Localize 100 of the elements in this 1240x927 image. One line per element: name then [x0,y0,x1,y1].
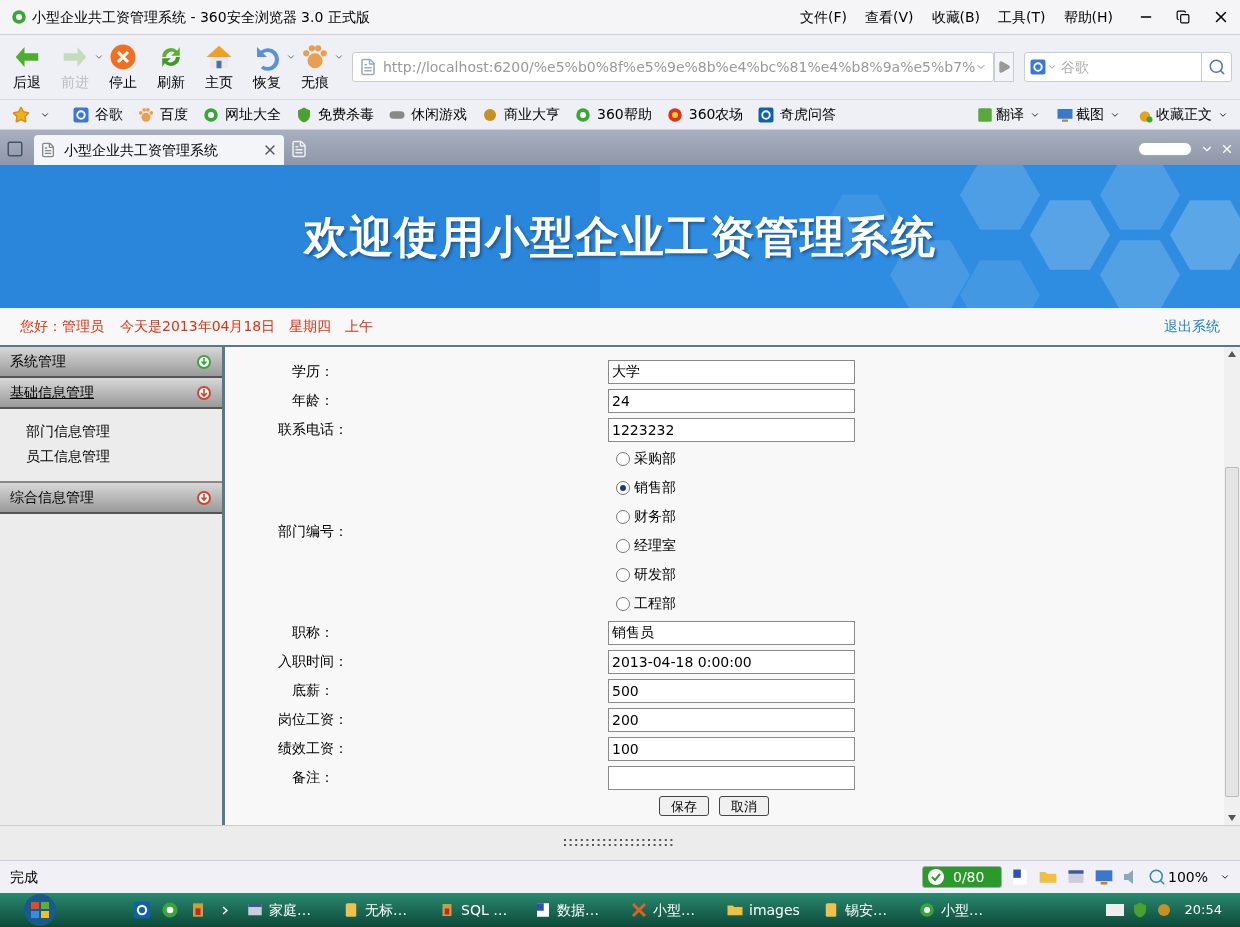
scroll-down-icon[interactable] [1228,815,1236,821]
bookmark-link[interactable]: 360农场 [665,104,748,125]
taskbar-button[interactable]: 小型… [918,899,1010,921]
text-field[interactable] [608,765,855,790]
scroll-up-icon[interactable] [1228,351,1236,357]
tool-button[interactable]: 截图 [1056,104,1104,125]
menu-item[interactable]: 工具(T) [995,6,1049,28]
bookmark-link[interactable]: 商业大亨 [481,104,564,125]
toolbar-button[interactable]: 刷新 [152,41,200,93]
toolbar-button[interactable]: 主页 [200,41,248,93]
taskbar-button[interactable]: 小型… [630,899,722,921]
tab-search-field[interactable] [1138,142,1192,156]
taskbar-button[interactable]: 锡安… [822,899,914,921]
new-tab-icon[interactable] [290,140,308,158]
toolbar-button[interactable]: 停止 [104,41,152,93]
toolbar-button[interactable]: 恢复 [248,41,296,93]
bookmark-link[interactable]: 谷歌 [72,104,127,125]
paw-icon [137,105,155,124]
go-button[interactable] [994,52,1014,82]
tool-button[interactable]: 翻译 [976,104,1024,125]
monitor-icon [1093,867,1114,887]
radio-button[interactable] [616,480,630,495]
page-icon [359,58,377,76]
radio-button[interactable] [616,567,630,582]
menu-item[interactable]: 帮助(H) [1060,6,1116,28]
bookmark-link[interactable]: 360帮助 [574,104,656,125]
field-label: 学历： [290,362,335,381]
caret-icon[interactable] [1220,872,1230,882]
radio-option[interactable]: 研发部 [616,560,676,589]
radio-option[interactable]: 经理室 [616,531,676,560]
radio-button[interactable] [616,538,630,553]
sidebar-header[interactable]: 系统管理 [0,347,222,378]
search-icon[interactable] [1207,58,1226,76]
menu-item[interactable]: 收藏(B) [928,6,984,28]
radio-button[interactable] [616,509,630,524]
document-icon [534,901,552,919]
sidebar-link[interactable]: 部门信息管理 [26,421,110,442]
search-field[interactable]: 谷歌 [1024,52,1232,82]
browser-tab[interactable]: 小型企业共工资管理系统 [34,135,284,165]
radio-option[interactable]: 采购部 [616,444,676,473]
text-field[interactable]: 大学 [608,359,855,384]
bookmark-link[interactable]: 奇虎问答 [757,104,841,125]
taskbar-button[interactable]: SQL … [438,899,530,921]
menu-item[interactable]: 文件(F) [797,6,850,28]
counter-badge[interactable]: 0/80 [921,866,1002,888]
form-button[interactable]: 保存 [659,796,709,816]
radio-button[interactable] [616,596,630,611]
field-label: 联系电话： [276,420,349,439]
text-field[interactable]: 200 [608,707,855,732]
bookmark-link[interactable]: 休闲游戏 [388,104,471,125]
radio-option[interactable]: 销售部 [616,473,676,502]
field-label: 年龄： [290,391,335,410]
radio-option[interactable]: 财务部 [616,502,676,531]
greeting-text: 您好：管理员 [20,317,104,336]
scrollbar[interactable] [1224,347,1240,825]
toolbar-button[interactable]: 后退 [8,41,56,93]
bookmark-link[interactable]: 百度 [137,104,192,125]
caret-icon[interactable] [286,52,296,62]
q-logo-icon [132,900,152,920]
page-icon [40,142,56,158]
sidebar-header[interactable]: 基础信息管理 [0,378,222,409]
e-logo-icon [10,8,28,26]
toolbar-button[interactable]: 无痕 [296,41,344,93]
scroll-thumb[interactable] [1225,467,1239,797]
chevron-icon[interactable] [222,905,228,915]
date-text: 今天是2013年04月18日 [120,317,276,336]
text-field[interactable]: 销售员 [608,620,855,645]
field-label: 职称： [290,623,335,642]
keyboard-icon[interactable] [1104,903,1125,917]
form-button[interactable]: 取消 [719,796,769,816]
e-logo-icon [202,105,220,124]
menu-item[interactable]: 查看(V) [862,6,917,28]
radio-button[interactable] [616,451,630,466]
caret-icon[interactable] [334,52,344,62]
text-field[interactable]: 2013-04-18 0:00:00 [608,649,855,674]
taskbar-button[interactable]: 家庭… [246,899,338,921]
field-label: 入职时间： [276,652,349,671]
taskbar-button[interactable]: 无标… [342,899,434,921]
zoom-control[interactable]: 100% [1147,866,1208,888]
text-field[interactable]: 100 [608,736,855,761]
text-field[interactable]: 1223232 [608,417,855,442]
window-title: 小型企业共工资管理系统 - 360安全浏览器 3.0 正式版 [32,7,370,27]
search-input[interactable]: 谷歌 [1061,56,1201,78]
text-field[interactable]: 500 [608,678,855,703]
tool-button[interactable]: 收藏正文 [1136,104,1212,125]
bookmark-link[interactable]: 网址大全 [202,104,285,125]
sidebar-toggle-icon[interactable] [6,140,24,158]
banner-title: 欢迎使用小型企业工资管理系统 [304,209,936,264]
taskbar-button[interactable]: images [726,899,818,921]
sidebar-header[interactable]: 综合信息管理 [0,483,222,514]
logout-link[interactable]: 退出系统 [1164,316,1220,337]
sidebar-link[interactable]: 员工信息管理 [26,446,110,467]
restore-icon[interactable] [1176,10,1190,24]
field-label: 部门编号： [276,521,349,541]
e-logo-icon [918,901,936,919]
bookmark-link[interactable]: 免费杀毒 [295,104,378,125]
text-field[interactable]: 24 [608,388,855,413]
radio-option[interactable]: 工程部 [616,589,676,618]
taskbar-button[interactable]: 数据… [534,899,626,921]
star-icon[interactable] [12,105,30,124]
